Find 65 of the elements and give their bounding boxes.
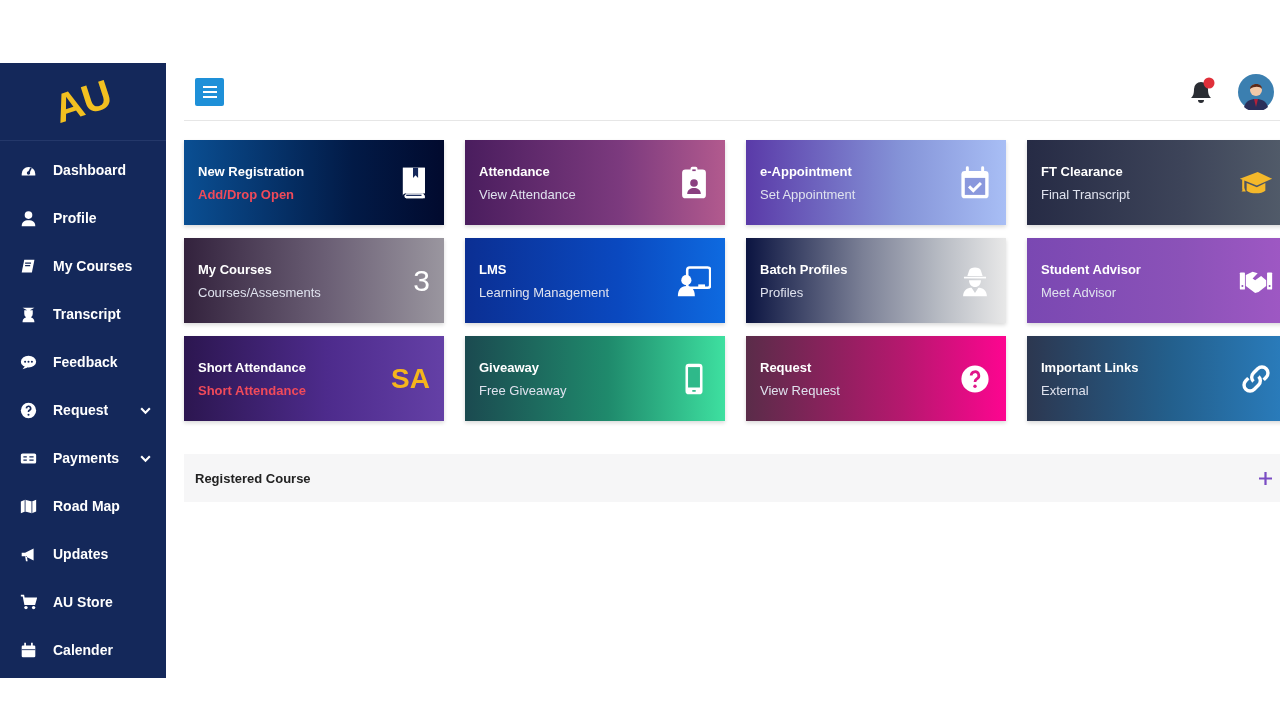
card-title: Attendance <box>479 163 551 179</box>
card-subtitle: Meet Advisor <box>1041 284 1118 300</box>
panel-title: Registered Course <box>195 470 311 486</box>
sidebar-item[interactable]: Updates <box>0 543 166 565</box>
dashboard-card[interactable]: Giveaway Free Giveaway <box>465 336 725 421</box>
menu-button[interactable] <box>195 77 224 106</box>
course-count: 3 <box>413 263 430 298</box>
sidebar-item[interactable]: Road Map <box>0 495 166 517</box>
sidebar-item[interactable]: Request <box>0 399 166 421</box>
dashboard-card[interactable]: Request View Request <box>746 336 1006 421</box>
dashboard-card[interactable]: Important Links External <box>1027 336 1280 421</box>
card-title: Request <box>760 359 813 375</box>
graduate-icon <box>20 305 37 323</box>
user-icon <box>20 209 37 227</box>
card-title: Student Advisor <box>1041 261 1141 277</box>
card-title: Important Links <box>1041 359 1139 375</box>
avatar[interactable] <box>1238 73 1274 110</box>
chat-icon <box>20 353 37 371</box>
sidebar-item[interactable]: Profile <box>0 207 166 229</box>
sidebar-item[interactable]: Feedback <box>0 351 166 373</box>
logo[interactable]: AU <box>48 71 118 132</box>
dashboard-card[interactable]: Batch Profiles Profiles <box>746 238 1006 323</box>
book-icon <box>20 257 37 275</box>
card-subtitle: External <box>1041 382 1090 398</box>
calendar-icon <box>20 641 37 659</box>
card-title: Giveaway <box>479 359 540 375</box>
sidebar-item[interactable]: My Courses <box>0 255 166 277</box>
card-title: My Courses <box>198 261 273 277</box>
card-title: Batch Profiles <box>760 261 848 277</box>
dashboard-card[interactable]: Attendance View Attendance <box>465 140 725 225</box>
card-title: e-Appointment <box>760 163 853 179</box>
card-subtitle: Final Transcript <box>1041 186 1130 202</box>
presentation-icon <box>677 263 711 298</box>
sidebar-item[interactable]: Transcript <box>0 303 166 325</box>
question-icon <box>20 401 37 419</box>
sidebar-item[interactable]: Payments <box>0 447 166 469</box>
cart-icon <box>20 593 37 611</box>
menu-icon <box>202 85 217 98</box>
card-subtitle: Free Giveaway <box>479 382 567 398</box>
card-subtitle: Profiles <box>760 284 805 300</box>
dashboard-card[interactable]: Student Advisor Meet Advisor <box>1027 238 1280 323</box>
dashboard-card[interactable]: LMS Learning Management <box>465 238 725 323</box>
card-title: Short Attendance <box>198 359 306 375</box>
dashboard-card[interactable]: e-Appointment Set Appointment <box>746 140 1006 225</box>
card-title: FT Clearance <box>1041 163 1124 179</box>
card-subtitle: Courses/Assesments <box>198 284 321 300</box>
card-subtitle: Short Attendance <box>198 382 306 398</box>
sidebar-item[interactable]: Dashboard <box>0 159 166 181</box>
card-title: New Registration <box>198 163 305 179</box>
map-icon <box>20 497 37 515</box>
dashboard-card[interactable]: Short Attendance Short Attendance SA <box>184 336 444 421</box>
calendar-check-icon <box>958 165 992 200</box>
card-subtitle: Set Appointment <box>760 186 856 202</box>
dashboard-card[interactable]: My Courses Courses/Assesments 3 <box>184 238 444 323</box>
card-subtitle: Add/Drop Open <box>198 186 296 202</box>
card-subtitle: Learning Management <box>479 284 610 300</box>
sidebar-item[interactable]: Calender <box>0 639 166 661</box>
card-abbreviation: SA <box>391 362 430 395</box>
sidebar-item[interactable]: AU Store <box>0 591 166 613</box>
card-title: LMS <box>479 261 508 277</box>
plus-icon[interactable] <box>1259 471 1272 485</box>
dashboard-card[interactable]: New Registration Add/Drop Open <box>184 140 444 225</box>
card-subtitle: View Request <box>760 382 840 398</box>
dashboard-card[interactable]: FT Clearance Final Transcript <box>1027 140 1280 225</box>
card-subtitle: View Attendance <box>479 186 576 202</box>
